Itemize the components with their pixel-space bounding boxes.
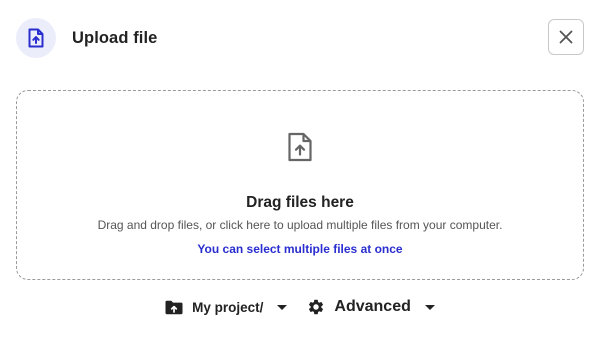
project-label: My project/ [192, 299, 264, 315]
chevron-down-icon [424, 304, 435, 310]
file-dropzone[interactable]: Drag files here Drag and drop files, or … [16, 90, 584, 280]
dropzone-title: Drag files here [246, 194, 354, 211]
dialog-header: Upload file [16, 18, 584, 58]
file-upload-icon [28, 28, 44, 48]
close-button[interactable] [548, 19, 584, 55]
chevron-down-icon [277, 304, 288, 310]
dialog-title: Upload file [72, 28, 158, 47]
project-selector[interactable]: My project/ [165, 299, 288, 315]
dropzone-description: Drag and drop files, or click here to up… [97, 218, 503, 232]
upload-options-bar: My project/ Advanced [0, 294, 600, 320]
advanced-options-toggle[interactable]: Advanced [307, 298, 435, 316]
close-icon [559, 30, 573, 44]
header-icon-badge [16, 18, 56, 58]
gear-icon [309, 299, 324, 315]
advanced-label: Advanced [334, 298, 411, 315]
folder-upload-icon [165, 300, 183, 314]
file-upload-icon [288, 132, 312, 162]
upload-file-dialog: Upload file Drag files here Drag and dro… [0, 0, 600, 342]
dropzone-hint: You can select multiple files at once [197, 242, 403, 256]
